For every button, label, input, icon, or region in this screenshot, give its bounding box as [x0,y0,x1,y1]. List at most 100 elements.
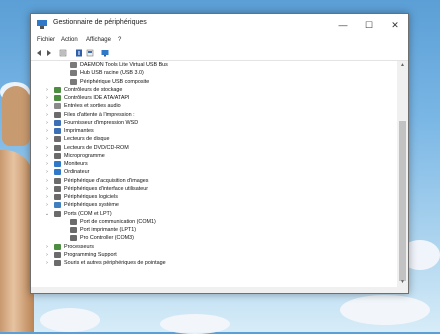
dvd-icon [54,144,61,151]
tree-item-label: Microprogramme [64,152,105,159]
device-tree: DAEMON Tools Lite Virtual USB Bus Hub USB… [31,61,397,287]
tree-expander[interactable]: › [44,160,50,168]
tree-expander[interactable]: › [44,185,50,193]
tree-item-label: DAEMON Tools Lite Virtual USB Bus [80,62,168,68]
cloud [160,314,230,334]
port-icon [70,218,77,225]
storage-controller-icon [54,86,61,93]
tree-item-label: Périphériques système [64,202,119,209]
tree-item[interactable]: › Moniteurs [31,160,397,168]
menu-fichier[interactable]: Fichier [37,37,55,43]
tree-item[interactable]: › Contrôleurs de stockage [31,86,397,94]
tree-expander[interactable]: › [44,119,50,127]
tree-item[interactable]: › Périphériques logiciels [31,193,397,201]
tree-expander[interactable]: › [44,94,50,102]
menu-action[interactable]: Action [61,37,78,43]
tree-item[interactable]: Périphérique USB composite [31,78,397,86]
tree-expander[interactable]: › [44,135,50,143]
printer-icon [54,128,61,134]
tree-expander[interactable]: › [44,168,50,176]
tree-expander[interactable]: › [44,102,50,110]
tree-item-label: Contrôleurs de stockage [64,86,123,93]
tree-expander [60,69,66,77]
port-icon [70,227,77,233]
tree-expander[interactable]: › [44,243,50,251]
tree-item-label: Pro Controller (COM3) [80,235,134,242]
menu-help[interactable]: ? [118,37,121,43]
tree-expander[interactable]: ⌄ [44,210,50,218]
tree-item[interactable]: › Ordinateur [31,168,397,176]
tree-item-label: Lecteurs de disque [64,136,110,143]
tree-item[interactable]: › Contrôleurs IDE ATA/ATAPI [31,94,397,102]
tree-item[interactable]: › Périphériques système [31,201,397,209]
tree-item[interactable]: › Processeurs [31,243,397,251]
horizontal-scrollbar[interactable] [31,287,408,293]
tree-item-label: Lecteurs de DVD/CD-ROM [64,144,129,151]
tree-item[interactable]: › Imprimantes [31,127,397,135]
maximize-button[interactable]: ☐ [356,14,382,36]
tree-expander[interactable]: › [44,86,50,94]
tree-item[interactable]: › Périphériques d'interface utilisateur [31,185,397,193]
tree-item[interactable]: Port imprimante (LPT1) [31,226,397,234]
tree-item[interactable]: Port de communication (COM1) [31,218,397,226]
tree-item[interactable]: › Entrées et sorties audio [31,102,397,110]
tree-item-label: Périphérique USB composite [80,78,150,85]
tree-item[interactable]: Hub USB racine (USB 3.0) [31,69,397,77]
back-arrow-icon[interactable] [35,49,43,57]
tree-expander[interactable]: › [44,152,50,160]
menu-bar: Fichier Action Affichage ? [31,36,408,47]
hid-icon [54,185,61,192]
tree-expander [60,218,66,226]
tree-expander[interactable]: › [44,127,50,135]
tree-item[interactable]: Pro Controller (COM3) [31,234,397,242]
title-bar[interactable]: Gestionnaire de périphériques — ☐ ✕ [31,14,408,36]
tree-item[interactable]: › Souris et autres périphériques de point… [31,259,397,267]
toolbar [31,47,408,61]
tree-item[interactable]: › Lecteurs de DVD/CD-ROM [31,144,397,152]
tree-item-label: Entrées et sorties audio [64,103,121,110]
tree-expander[interactable]: › [44,251,50,259]
tree-expander[interactable]: › [44,177,50,185]
tree-item-label: Contrôleurs IDE ATA/ATAPI [64,95,130,101]
device-manager-app-icon [37,20,47,29]
properties-icon[interactable] [59,49,67,57]
tree-item[interactable]: › Fournisseur d'impression WSD [31,119,397,127]
tree-item-label: Processeurs [64,243,94,250]
scrollbar-thumb[interactable] [399,121,406,281]
scroll-up-arrow[interactable]: ▲ [397,61,408,70]
usb-icon [70,70,77,77]
tree-item-label: Programming Support [64,251,117,258]
device-view-icon[interactable] [86,49,94,57]
wallpaper-figure-head [2,86,30,146]
tree-expander [60,61,66,69]
tree-item[interactable]: › Périphérique d'acquisition d'images [31,177,397,185]
help-icon[interactable] [75,49,83,57]
tree-item[interactable]: › Files d'attente à l'impression : [31,111,397,119]
tree-item[interactable]: ⌄ Ports (COM et LPT) [31,210,397,218]
tree-item-label: Files d'attente à l'impression : [64,111,135,118]
tree-expander[interactable]: › [44,144,50,152]
vertical-scrollbar[interactable]: ▲ ▼ [397,61,408,287]
computer-icon [54,169,61,176]
tree-item[interactable]: DAEMON Tools Lite Virtual USB Bus [31,61,397,69]
scroll-down-arrow[interactable]: ▼ [397,278,408,287]
tree-item-label: Ordinateur [64,169,90,176]
tree-item-label: Moniteurs [64,161,88,167]
monitor-icon[interactable] [101,49,109,57]
monitor-icon [54,161,61,167]
tree-expander[interactable]: › [44,111,50,119]
tree-item[interactable]: › Lecteurs de disque [31,135,397,143]
tree-item-label: Hub USB racine (USB 3.0) [80,70,144,77]
tree-expander[interactable]: › [44,201,50,209]
tree-expander[interactable]: › [44,193,50,201]
tree-expander [60,78,66,86]
tree-item[interactable]: › Microprogramme [31,152,397,160]
minimize-button[interactable]: — [330,14,356,36]
wsd-printer-icon [54,119,61,126]
tree-item[interactable]: › Programming Support [31,251,397,259]
tree-item-label: Port de communication (COM1) [80,218,156,225]
forward-arrow-icon[interactable] [45,49,53,57]
close-button[interactable]: ✕ [382,14,408,36]
menu-affichage[interactable]: Affichage [86,37,111,43]
tree-expander[interactable]: › [44,259,50,267]
